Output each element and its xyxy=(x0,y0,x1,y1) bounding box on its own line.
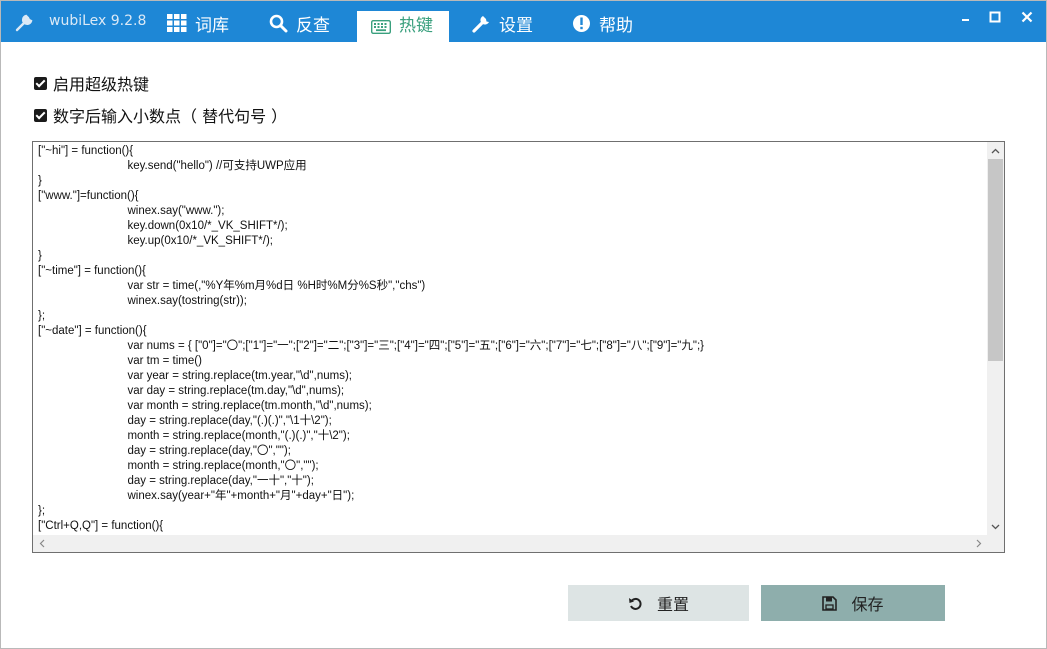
code-line[interactable]: winex.say(year+"年"+month+"月"+day+"日"); xyxy=(38,489,983,504)
code-line[interactable]: ["~time"] = function(){ xyxy=(38,264,983,279)
decimal-point-checkbox[interactable] xyxy=(34,108,47,122)
title-bar: wubiLex 9.2.8 词库 反查 热键 设置 帮助 xyxy=(1,1,1046,42)
code-text[interactable]: ["~hi"] = function(){ key.send("hello") … xyxy=(38,144,983,534)
tab-dictionary[interactable]: 词库 xyxy=(167,11,229,42)
code-line[interactable]: winex.say("www."); xyxy=(38,204,983,219)
code-line[interactable]: key.down(0x10/*_VK_SHIFT*/); xyxy=(38,219,983,234)
hotkey-script-editor[interactable]: ["~hi"] = function(){ key.send("hello") … xyxy=(32,141,1005,553)
code-line[interactable]: var day = string.replace(tm.day,"\d",num… xyxy=(38,384,983,399)
scroll-right-arrow-icon[interactable] xyxy=(970,535,987,552)
code-line[interactable]: winex.say(tostring(str)); xyxy=(38,294,983,309)
app-window: wubiLex 9.2.8 词库 反查 热键 设置 帮助 启用超级热键 数字后输… xyxy=(0,0,1047,649)
decimal-point-label: 数字后输入小数点（ 替代句号 ） xyxy=(53,107,288,126)
code-line[interactable]: } xyxy=(38,174,983,189)
code-line[interactable]: ["Ctrl+Q,Q"] = function(){ xyxy=(38,519,983,534)
minimize-button[interactable] xyxy=(953,7,979,27)
tab-label: 设置 xyxy=(499,16,533,36)
tab-label: 热键 xyxy=(399,16,433,36)
tab-help[interactable]: 帮助 xyxy=(572,11,633,42)
undo-icon xyxy=(628,597,642,610)
code-line[interactable]: month = string.replace(month,"(.)(.)","十… xyxy=(38,429,983,444)
tab-settings[interactable]: 设置 xyxy=(472,11,533,42)
code-line[interactable]: }; xyxy=(38,504,983,519)
code-line[interactable]: var str = time(,"%Y年%m月%d日 %H时%M分%S秒","c… xyxy=(38,279,983,294)
reset-label: 重置 xyxy=(656,595,689,614)
search-icon xyxy=(269,14,288,33)
tab-lookup[interactable]: 反查 xyxy=(269,11,330,42)
code-line[interactable]: ["~hi"] = function(){ xyxy=(38,144,983,159)
scrollbar-corner xyxy=(987,535,1004,552)
enable-hotkeys-checkbox[interactable] xyxy=(34,76,47,90)
maximize-button[interactable] xyxy=(982,7,1008,27)
scroll-left-arrow-icon[interactable] xyxy=(33,535,50,552)
code-line[interactable]: day = string.replace(day,"(.)(.)","\1十\2… xyxy=(38,414,983,429)
app-title: wubiLex 9.2.8 xyxy=(49,13,147,29)
wrench-logo-icon xyxy=(14,13,34,33)
enable-hotkeys-label: 启用超级热键 xyxy=(53,75,150,94)
code-line[interactable]: var year = string.replace(tm.year,"\d",n… xyxy=(38,369,983,384)
tab-label: 帮助 xyxy=(599,16,633,36)
close-icon xyxy=(1021,11,1033,23)
code-line[interactable]: } xyxy=(38,249,983,264)
code-line[interactable]: var nums = { ["0"]="〇";["1"]="一";["2"]="… xyxy=(38,339,983,354)
scroll-down-arrow-icon[interactable] xyxy=(987,518,1004,535)
reset-button[interactable]: 重置 xyxy=(568,585,749,621)
maximize-icon xyxy=(989,11,1001,23)
save-button[interactable]: 保存 xyxy=(761,585,945,621)
decimal-point-option[interactable]: 数字后输入小数点（ 替代句号 ） xyxy=(34,103,287,127)
enable-hotkeys-option[interactable]: 启用超级热键 xyxy=(34,71,149,95)
code-line[interactable]: ["~date"] = function(){ xyxy=(38,324,983,339)
horizontal-scrollbar[interactable] xyxy=(33,535,987,552)
tab-hotkeys[interactable]: 热键 xyxy=(357,11,449,42)
floppy-icon xyxy=(822,595,838,611)
code-line[interactable]: key.send("hello") //可支持UWP应用 xyxy=(38,159,983,174)
code-line[interactable]: var tm = time() xyxy=(38,354,983,369)
scroll-up-arrow-icon[interactable] xyxy=(987,142,1004,159)
code-line[interactable]: var month = string.replace(tm.month,"\d"… xyxy=(38,399,983,414)
code-line[interactable]: month = string.replace(month,"〇",""); xyxy=(38,459,983,474)
vertical-scroll-thumb[interactable] xyxy=(988,159,1003,361)
save-label: 保存 xyxy=(851,595,884,614)
tab-label: 词库 xyxy=(195,16,229,36)
wrench-icon xyxy=(472,16,489,33)
code-line[interactable]: day = string.replace(day,"一十","十"); xyxy=(38,474,983,489)
close-button[interactable] xyxy=(1014,7,1040,27)
info-icon xyxy=(573,15,590,32)
code-line[interactable]: }; xyxy=(38,309,983,324)
code-line[interactable]: day = string.replace(day,"〇",""); xyxy=(38,444,983,459)
minimize-icon xyxy=(962,19,969,21)
keyboard-icon xyxy=(371,20,391,34)
tab-label: 反查 xyxy=(296,16,330,36)
code-line[interactable]: ["www."]=function(){ xyxy=(38,189,983,204)
code-line[interactable]: key.up(0x10/*_VK_SHIFT*/); xyxy=(38,234,983,249)
grid-icon xyxy=(167,14,187,32)
vertical-scrollbar[interactable] xyxy=(987,142,1004,535)
